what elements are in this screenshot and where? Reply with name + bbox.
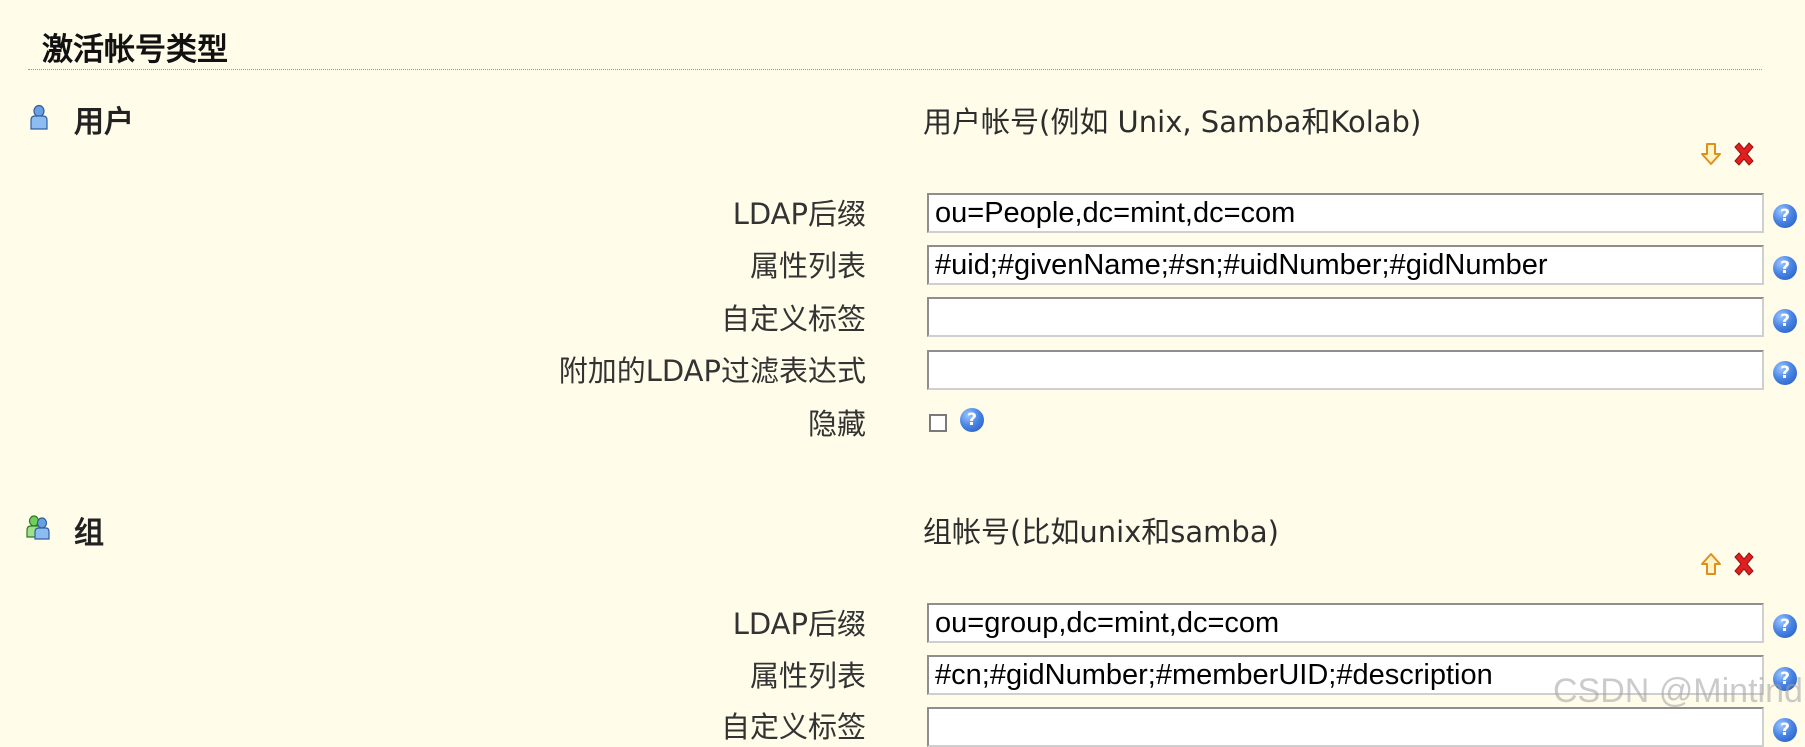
- delete-x-icon[interactable]: [1731, 551, 1757, 577]
- user-attributes-input[interactable]: [927, 245, 1764, 285]
- help-icon[interactable]: ?: [1773, 204, 1797, 228]
- user-extra-filter-input[interactable]: [927, 350, 1764, 390]
- help-icon[interactable]: ?: [1773, 309, 1797, 333]
- section-divider: [28, 69, 1762, 70]
- group-custom-label-input[interactable]: [927, 707, 1764, 747]
- group-ldap-suffix-label: LDAP后缀: [732, 607, 866, 641]
- group-icon: [26, 515, 50, 540]
- user-type-description: 用户帐号(例如 Unix, Samba和Kolab): [923, 105, 1422, 139]
- user-icon: [30, 104, 48, 130]
- user-ldap-suffix-label: LDAP后缀: [732, 197, 866, 231]
- help-icon[interactable]: ?: [1773, 614, 1797, 638]
- user-custom-label-label: 自定义标签: [720, 302, 866, 336]
- help-icon[interactable]: ?: [1773, 361, 1797, 385]
- watermark: CSDN @Mintind: [1553, 672, 1803, 710]
- group-ldap-suffix-input[interactable]: [927, 603, 1764, 643]
- help-icon[interactable]: ?: [1773, 256, 1797, 280]
- user-extra-filter-label: 附加的LDAP过滤表达式: [558, 354, 866, 388]
- user-custom-label-input[interactable]: [927, 297, 1764, 337]
- help-icon[interactable]: ?: [960, 408, 984, 432]
- user-type-name: 用户: [74, 105, 134, 140]
- move-up-arrow-icon[interactable]: [1698, 551, 1724, 577]
- group-attributes-label: 属性列表: [749, 659, 866, 693]
- user-attributes-label: 属性列表: [749, 249, 866, 283]
- group-type-description: 组帐号(比如unix和samba): [923, 515, 1279, 549]
- move-down-arrow-icon[interactable]: [1698, 141, 1724, 167]
- group-custom-label-label: 自定义标签: [720, 710, 866, 744]
- user-hidden-label: 隐藏: [807, 407, 866, 441]
- delete-x-icon[interactable]: [1731, 141, 1757, 167]
- page-title: 激活帐号类型: [42, 32, 228, 68]
- user-ldap-suffix-input[interactable]: [927, 193, 1764, 233]
- group-type-name: 组: [74, 516, 104, 551]
- help-icon[interactable]: ?: [1773, 718, 1797, 742]
- user-hidden-checkbox[interactable]: [929, 414, 947, 432]
